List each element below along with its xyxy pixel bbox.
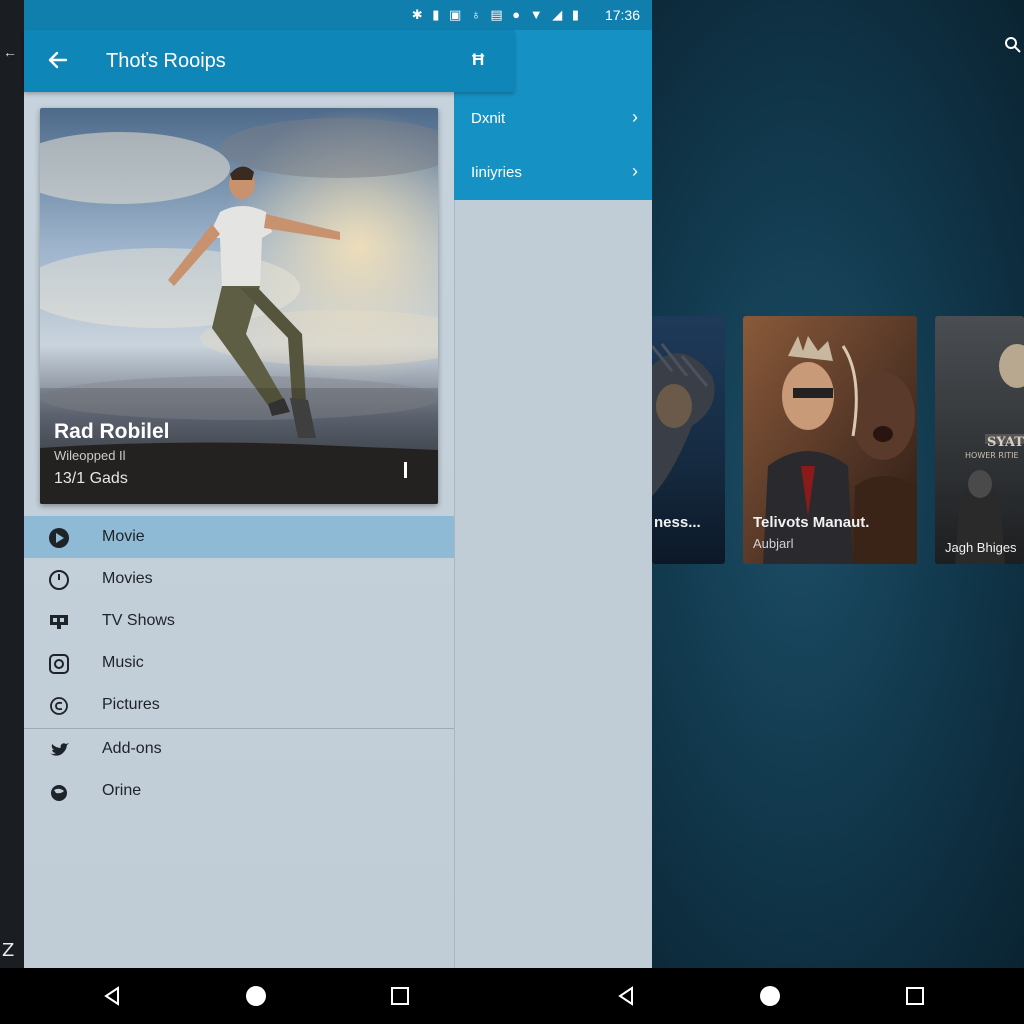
bluetooth-icon: ✱ <box>411 7 426 22</box>
nav-item-label: Movies <box>102 570 153 587</box>
nav-item-label: Orine <box>102 782 142 799</box>
sd-icon: ▤ <box>490 7 506 22</box>
hero-image <box>40 108 438 504</box>
hero-progress-marker <box>404 462 407 478</box>
nav-item-movie[interactable]: Movie <box>24 516 454 558</box>
submenu-item-2[interactable]: Iiniyries › <box>454 146 652 200</box>
poster-2-title: Telivots Manaut. <box>753 514 870 531</box>
home-circle-icon[interactable] <box>758 984 782 1008</box>
status-time: 17:36 <box>604 7 640 23</box>
nav-item-label: Music <box>102 654 144 671</box>
poster-2-subtitle: Aubjarl <box>753 536 794 551</box>
system-nav-bar <box>0 968 1024 1024</box>
nav-item-label: Add-ons <box>102 740 162 757</box>
home-circle-icon[interactable] <box>244 984 268 1008</box>
nav-item-label: Pictures <box>102 696 160 713</box>
back-triangle-icon[interactable] <box>100 984 124 1008</box>
poster-3-title: Jagh Bhiges <box>945 540 1017 555</box>
alarm-icon: ● <box>512 7 524 22</box>
bird-icon <box>50 743 69 756</box>
poster-card-3[interactable]: SYATIL HOWER RITIE Jagh Bhiges <box>935 316 1024 564</box>
play-circle-icon <box>49 528 69 548</box>
submenu-item-1-label: Dxnit <box>471 110 506 127</box>
left-edge-strip <box>0 0 24 968</box>
nav-item-tv-shows[interactable]: TV Shows <box>24 600 454 642</box>
recents-square-icon[interactable] <box>388 984 412 1008</box>
nav-item-movies[interactable]: Movies <box>24 558 454 600</box>
status-icons: ✱ ▮ ▣ ♁ ▤ ● ▼ ◢ ▮ <box>412 7 582 23</box>
nav-item-orine[interactable]: Orine <box>24 770 454 812</box>
nav-item-label: Movie <box>102 528 145 545</box>
poster-card-1[interactable]: ness... <box>652 316 725 564</box>
globe-icon <box>51 785 67 801</box>
nav-item-pictures[interactable]: Pictures <box>24 684 454 726</box>
poster-3-art: SYATIL HOWER RITIE <box>935 316 1024 564</box>
app-bar: Thoťs Rooips Ħ <box>24 30 514 92</box>
music-icon <box>49 654 69 674</box>
clock-icon <box>49 570 69 590</box>
hero-card[interactable]: Rad Robilel Wileopped Il 13/1 Gads <box>40 108 438 504</box>
pictures-icon <box>50 697 68 715</box>
svg-text:SYATIL: SYATIL <box>987 435 1024 450</box>
submenu-item-2-label: Iiniyries <box>471 164 522 181</box>
nav-item-music[interactable]: Music <box>24 642 454 684</box>
status-bar: ✱ ▮ ▣ ♁ ▤ ● ▼ ◢ ▮ 17:36 <box>24 0 652 30</box>
hero-count: 13/1 Gads <box>54 470 128 487</box>
chevron-right-icon: › <box>632 161 638 181</box>
recents-square-icon[interactable] <box>903 984 927 1008</box>
wifi-icon: ▼ <box>529 7 546 22</box>
hero-subtitle: Wileopped Il <box>54 448 126 463</box>
search-icon[interactable] <box>1004 36 1022 54</box>
left-bottom-glyph: Z <box>2 940 15 961</box>
app-title: Thoťs Rooips <box>106 50 226 72</box>
chevron-right-icon: › <box>632 107 638 127</box>
nav-item-add-ons[interactable]: Add-ons <box>24 728 454 770</box>
left-back-glyph[interactable]: ← <box>3 44 17 60</box>
submenu-panel-body <box>454 200 652 968</box>
battery-icon: ▮ <box>571 7 582 22</box>
sync-icon: ▣ <box>449 7 465 22</box>
tv-icon <box>50 615 68 629</box>
signal-full-icon: ◢ <box>552 7 566 22</box>
poster-card-2[interactable]: Telivots Manaut. Aubjarl <box>743 316 917 564</box>
signal-icon: ▮ <box>432 7 443 22</box>
svg-text:HOWER RITIE: HOWER RITIE <box>965 451 1019 460</box>
location-icon: ♁ <box>470 7 484 22</box>
poster-1-title: ness... <box>654 514 701 531</box>
hero-title: Rad Robilel <box>54 420 170 443</box>
appbar-action-button[interactable]: Ħ <box>472 50 484 70</box>
submenu-item-1[interactable]: Dxnit › <box>454 92 652 146</box>
nav-item-label: TV Shows <box>102 612 175 629</box>
back-arrow-icon[interactable] <box>46 48 70 72</box>
back-triangle-icon[interactable] <box>614 984 638 1008</box>
